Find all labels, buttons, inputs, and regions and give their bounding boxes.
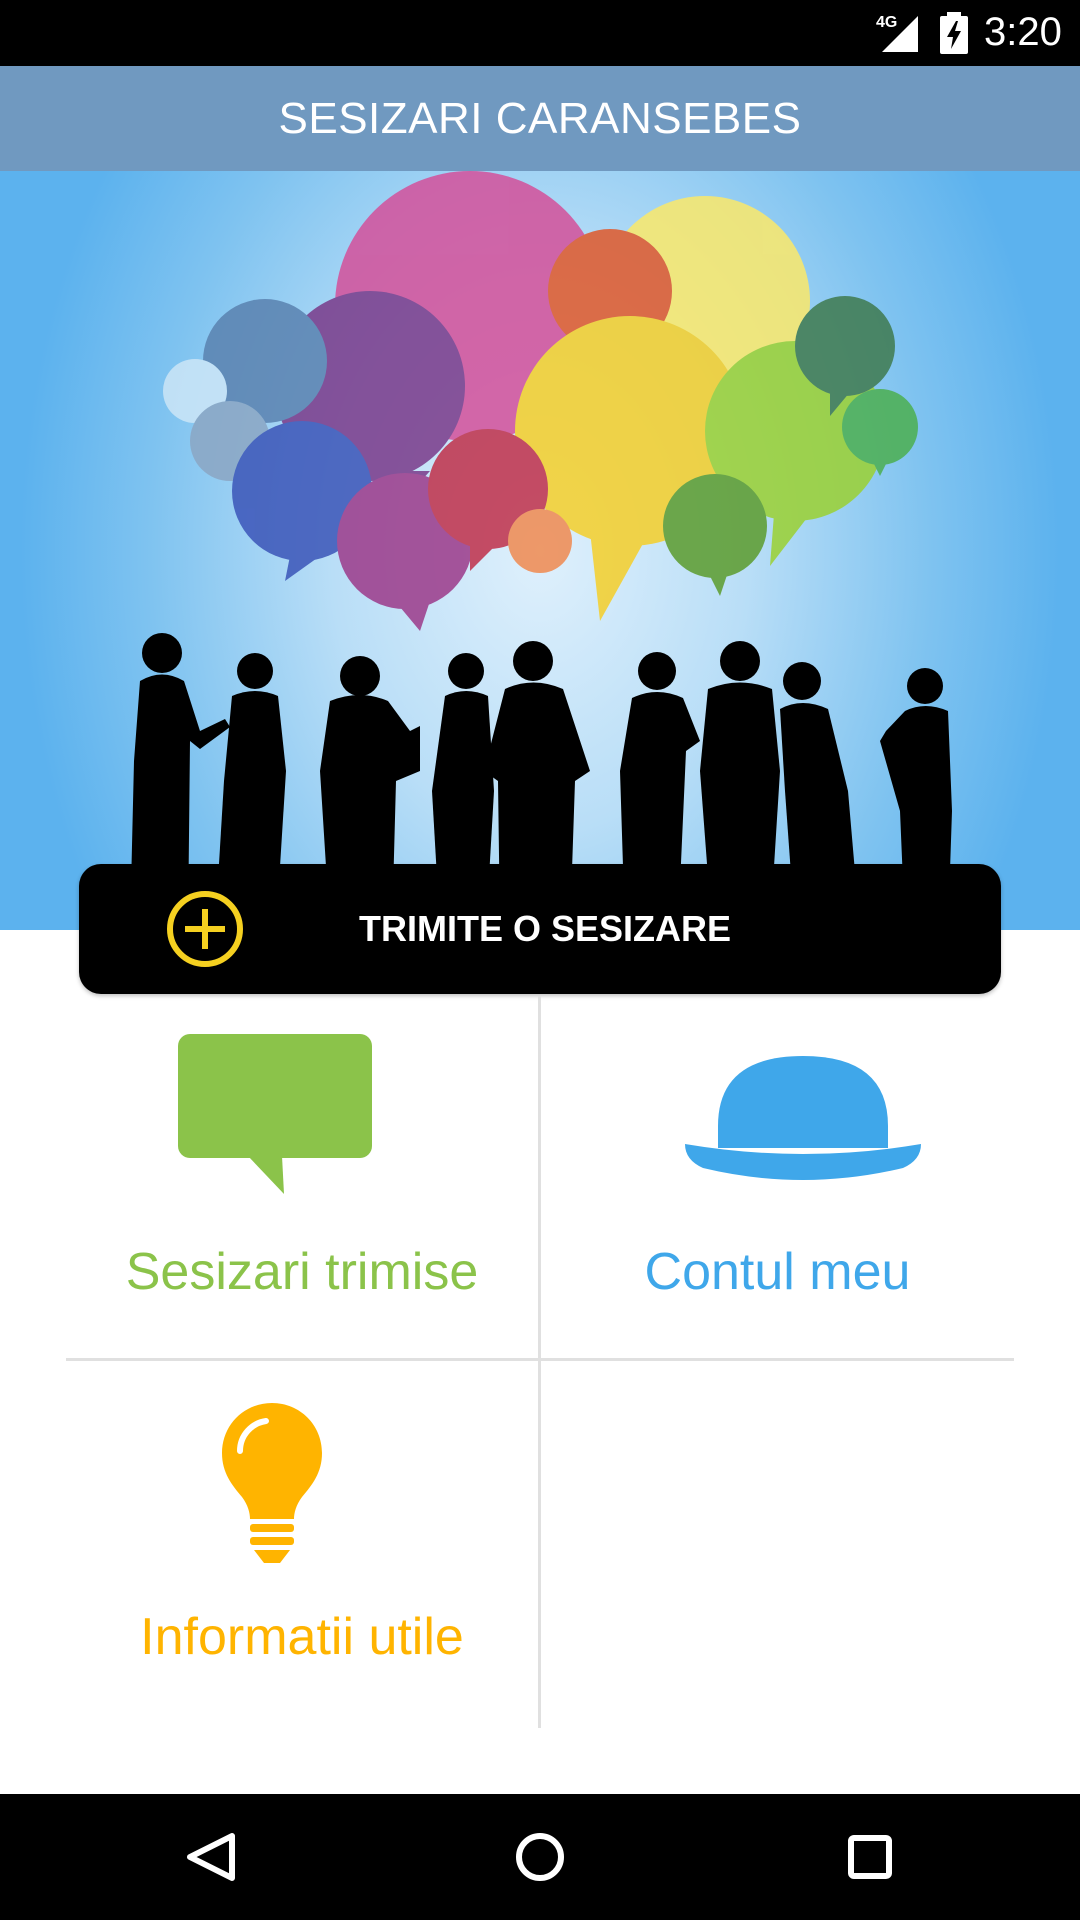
speech-bubble-icon (178, 1034, 372, 1194)
battery-charging-icon (940, 12, 968, 54)
speech-bubbles-illustration (130, 171, 952, 930)
hero-banner (0, 171, 1080, 930)
send-report-label: TRIMITE O SESIZARE (358, 908, 732, 949)
bowler-hat-icon (685, 1056, 921, 1180)
tile-my-account[interactable]: Contul meu (541, 996, 1014, 1358)
home-button[interactable] (465, 1794, 615, 1920)
tile-useful-info[interactable]: Informatii utile (66, 1361, 538, 1728)
home-icon (516, 1833, 564, 1881)
app-title: SESIZARI CARANSEBES (278, 94, 802, 143)
tile-useful-info-label: Informatii utile (140, 1608, 464, 1666)
recents-icon (848, 1835, 892, 1879)
status-bar: 4G 3:20 (0, 0, 1080, 66)
tile-my-account-label: Contul meu (644, 1243, 911, 1301)
clock: 3:20 (984, 10, 1062, 54)
send-report-button[interactable]: TRIMITE O SESIZARE (79, 864, 1001, 994)
signal-icon (882, 16, 918, 52)
navigation-bar (0, 1794, 1080, 1920)
app-bar: SESIZARI CARANSEBES (0, 66, 1080, 171)
lightbulb-icon (222, 1403, 322, 1563)
tile-sent-reports-label: Sesizari trimise (125, 1243, 479, 1301)
tile-sent-reports[interactable]: Sesizari trimise (66, 996, 538, 1358)
recents-button[interactable] (795, 1794, 945, 1920)
back-button[interactable] (135, 1794, 285, 1920)
back-icon (187, 1833, 235, 1881)
